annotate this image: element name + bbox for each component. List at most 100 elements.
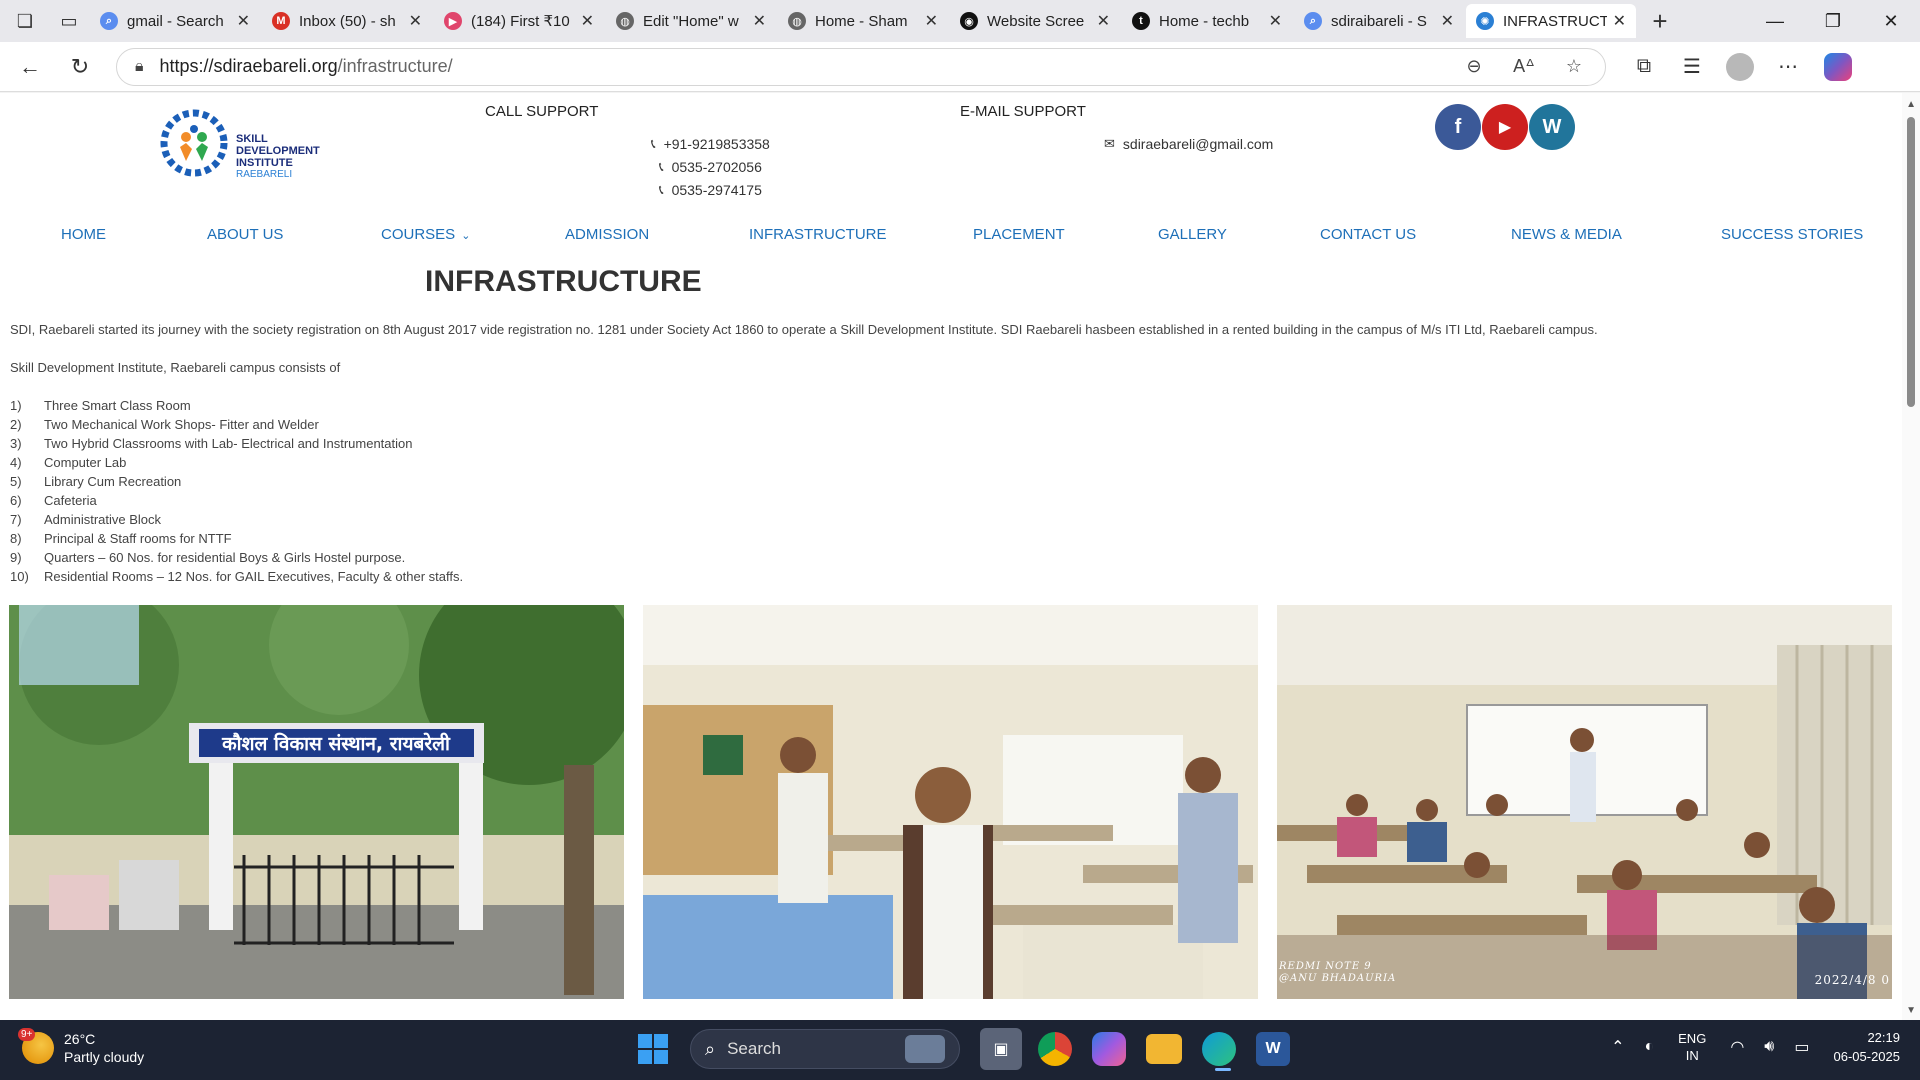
extensions-icon[interactable]: ⧉ <box>1620 49 1668 85</box>
chevron-down-icon: ⌄ <box>461 230 471 242</box>
refresh-button[interactable]: ↻ <box>60 49 100 85</box>
battery-icon[interactable]: ▭ <box>1794 1037 1809 1057</box>
phone-line-3[interactable]: 📞︎ 0535-2974175 <box>659 182 762 198</box>
weather-sun-icon: 9+ <box>18 1028 54 1064</box>
browser-tab[interactable]: ◍ Home - Sham ✕ <box>778 4 948 38</box>
edge-icon[interactable] <box>1202 1032 1236 1071</box>
browser-tab-strip: ❏ ▭ ⌕ gmail - Search ✕ M Inbox (50) - sh ✕ ▶ (1… <box>0 0 1920 42</box>
weather-widget[interactable]: 9+ 26°C Partly cloudy <box>18 1028 144 1066</box>
browser-tab[interactable]: M Inbox (50) - sh ✕ <box>262 4 432 38</box>
close-tab-icon[interactable]: ✕ <box>1441 11 1454 31</box>
close-tab-icon[interactable]: ✕ <box>409 11 422 31</box>
scroll-up-arrow-icon[interactable]: ▲ <box>1906 99 1916 110</box>
facility-number: 5) <box>10 474 22 489</box>
logo-line-2: DEVELOPMENT <box>236 145 320 157</box>
read-aloud-icon[interactable]: Aᐞ <box>1507 56 1541 77</box>
youtube-icon[interactable]: ▶ <box>1482 104 1528 150</box>
close-tab-icon[interactable]: ✕ <box>237 11 250 31</box>
nav-courses[interactable]: COURSES ⌄ <box>381 226 470 243</box>
tab-favicon-icon: ◍ <box>616 12 634 30</box>
phone-line-1[interactable]: 📞︎ +91-9219853358 <box>651 136 770 152</box>
facebook-icon[interactable]: f <box>1435 104 1481 150</box>
tab-actions-icon[interactable]: ▭ <box>50 5 88 37</box>
main-nav: HOME ABOUT US COURSES ⌄ ADMISSION INFRAST… <box>0 226 1900 256</box>
close-tab-icon[interactable]: ✕ <box>581 11 594 31</box>
tab-title: INFRASTRUCT <box>1503 12 1607 30</box>
close-tab-icon[interactable]: ✕ <box>1613 11 1626 31</box>
close-tab-icon[interactable]: ✕ <box>1269 11 1282 31</box>
more-options-icon[interactable]: ⋯ <box>1764 49 1812 85</box>
close-tab-icon[interactable]: ✕ <box>925 11 938 31</box>
chrome-icon[interactable] <box>1038 1032 1072 1066</box>
url-text[interactable]: https://sdiraebareli.org/infrastructure/ <box>160 56 1441 77</box>
workspaces-icon[interactable]: ❏ <box>6 5 44 37</box>
nav-news-media[interactable]: NEWS & MEDIA <box>1511 226 1622 243</box>
nav-admission[interactable]: ADMISSION <box>565 226 649 243</box>
facility-item: 3) Two Hybrid Classrooms with Lab- Electr… <box>10 436 463 455</box>
browser-tab[interactable]: ⌕ gmail - Search ✕ <box>90 4 260 38</box>
chevron-up-icon[interactable]: ⌃ <box>1611 1037 1624 1057</box>
start-button[interactable] <box>638 1034 668 1064</box>
clock[interactable]: 22:19 06-05-2025 <box>1834 1028 1901 1066</box>
nav-contact-us[interactable]: CONTACT US <box>1320 226 1416 243</box>
favorites-icon[interactable]: ☰ <box>1668 49 1716 85</box>
file-explorer-icon[interactable] <box>1146 1034 1182 1064</box>
wordpress-icon[interactable]: W <box>1529 104 1575 150</box>
email-address: sdiraebareli@gmail.com <box>1122 136 1274 152</box>
phone-number: 0535-2974175 <box>671 182 762 198</box>
facility-text: Two Mechanical Work Shops- Fitter and We… <box>44 417 319 432</box>
facility-number: 1) <box>10 398 22 413</box>
task-view-icon[interactable]: ▣ <box>980 1028 1022 1070</box>
facility-item: 2) Two Mechanical Work Shops- Fitter and … <box>10 417 463 436</box>
nav-about-us[interactable]: ABOUT US <box>207 226 283 243</box>
tab-favicon-icon: ◍ <box>788 12 806 30</box>
browser-tab[interactable]: ◍ Edit "Home" w ✕ <box>606 4 776 38</box>
back-button[interactable]: ← <box>10 49 50 85</box>
facility-text: Cafeteria <box>44 493 97 508</box>
minimize-button[interactable]: — <box>1746 0 1804 42</box>
page-scrollbar[interactable]: ▲ ▼ <box>1902 93 1920 1020</box>
temperature: 26°C <box>64 1031 96 1047</box>
facility-number: 6) <box>10 493 22 508</box>
tab-favicon-icon: ▶ <box>444 12 462 30</box>
nav-courses-label: COURSES <box>381 226 456 243</box>
security-icon[interactable]: ◐ <box>1644 1038 1654 1056</box>
browser-tab[interactable]: ⌕ sdiraibareli - S ✕ <box>1294 4 1464 38</box>
close-tab-icon[interactable]: ✕ <box>753 11 766 31</box>
profile-avatar[interactable] <box>1726 52 1754 81</box>
phone-line-2[interactable]: 📞︎ 0535-2702056 <box>659 159 762 175</box>
phone-icon: 📞︎ <box>659 182 664 197</box>
nav-home[interactable]: HOME <box>61 226 106 243</box>
copilot-app-icon[interactable] <box>1092 1032 1126 1066</box>
browser-tab[interactable]: ▶ (184) First ₹10 ✕ <box>434 4 604 38</box>
nav-gallery[interactable]: GALLERY <box>1158 226 1227 243</box>
nav-placement[interactable]: PLACEMENT <box>973 226 1065 243</box>
browser-tab[interactable]: ◉ Website Scree ✕ <box>950 4 1120 38</box>
gate-sign-text: कौशल विकास संस्थान, रायबरेली <box>221 732 451 755</box>
close-tab-icon[interactable]: ✕ <box>1097 11 1110 31</box>
wifi-icon[interactable]: ◠ <box>1730 1037 1744 1057</box>
language-indicator[interactable]: ENG IN <box>1678 1030 1706 1064</box>
nav-success-stories[interactable]: SUCCESS STORIES <box>1721 226 1863 243</box>
address-bar[interactable]: 🔒︎ https://sdiraebareli.org/infrastructu… <box>116 47 1606 86</box>
email-line[interactable]: ✉ sdiraebareli@gmail.com <box>1104 136 1273 152</box>
browser-tab[interactable]: ✺ INFRASTRUCT ✕ <box>1466 4 1636 38</box>
phone-icon: 📞︎ <box>651 136 656 151</box>
zoom-out-icon[interactable]: ⊖ <box>1457 56 1491 77</box>
maximize-button[interactable]: ❐ <box>1804 0 1862 42</box>
new-tab-button[interactable]: + <box>1642 5 1678 37</box>
scroll-down-arrow-icon[interactable]: ▼ <box>1906 1005 1916 1016</box>
copilot-icon[interactable] <box>1824 52 1852 81</box>
close-window-button[interactable]: ✕ <box>1862 0 1920 42</box>
taskbar-search[interactable]: ⌕ Search <box>690 1029 960 1069</box>
facility-text: Library Cum Recreation <box>44 474 182 489</box>
nav-infrastructure[interactable]: INFRASTRUCTURE <box>749 226 887 243</box>
favorite-star-icon[interactable]: ☆ <box>1557 56 1591 77</box>
search-highlight-image <box>905 1035 945 1063</box>
word-icon[interactable]: W <box>1256 1032 1290 1066</box>
browser-tab[interactable]: t Home - techb ✕ <box>1122 4 1292 38</box>
scroll-thumb[interactable] <box>1907 117 1915 407</box>
classroom-lecture-photo: REDMI NOTE 9 @ANU BHADAURIA 2022/4/8 0 <box>1277 605 1892 999</box>
tab-favicon-icon: ⌕ <box>100 12 118 30</box>
volume-icon[interactable]: 🔊︎ <box>1764 1038 1774 1056</box>
